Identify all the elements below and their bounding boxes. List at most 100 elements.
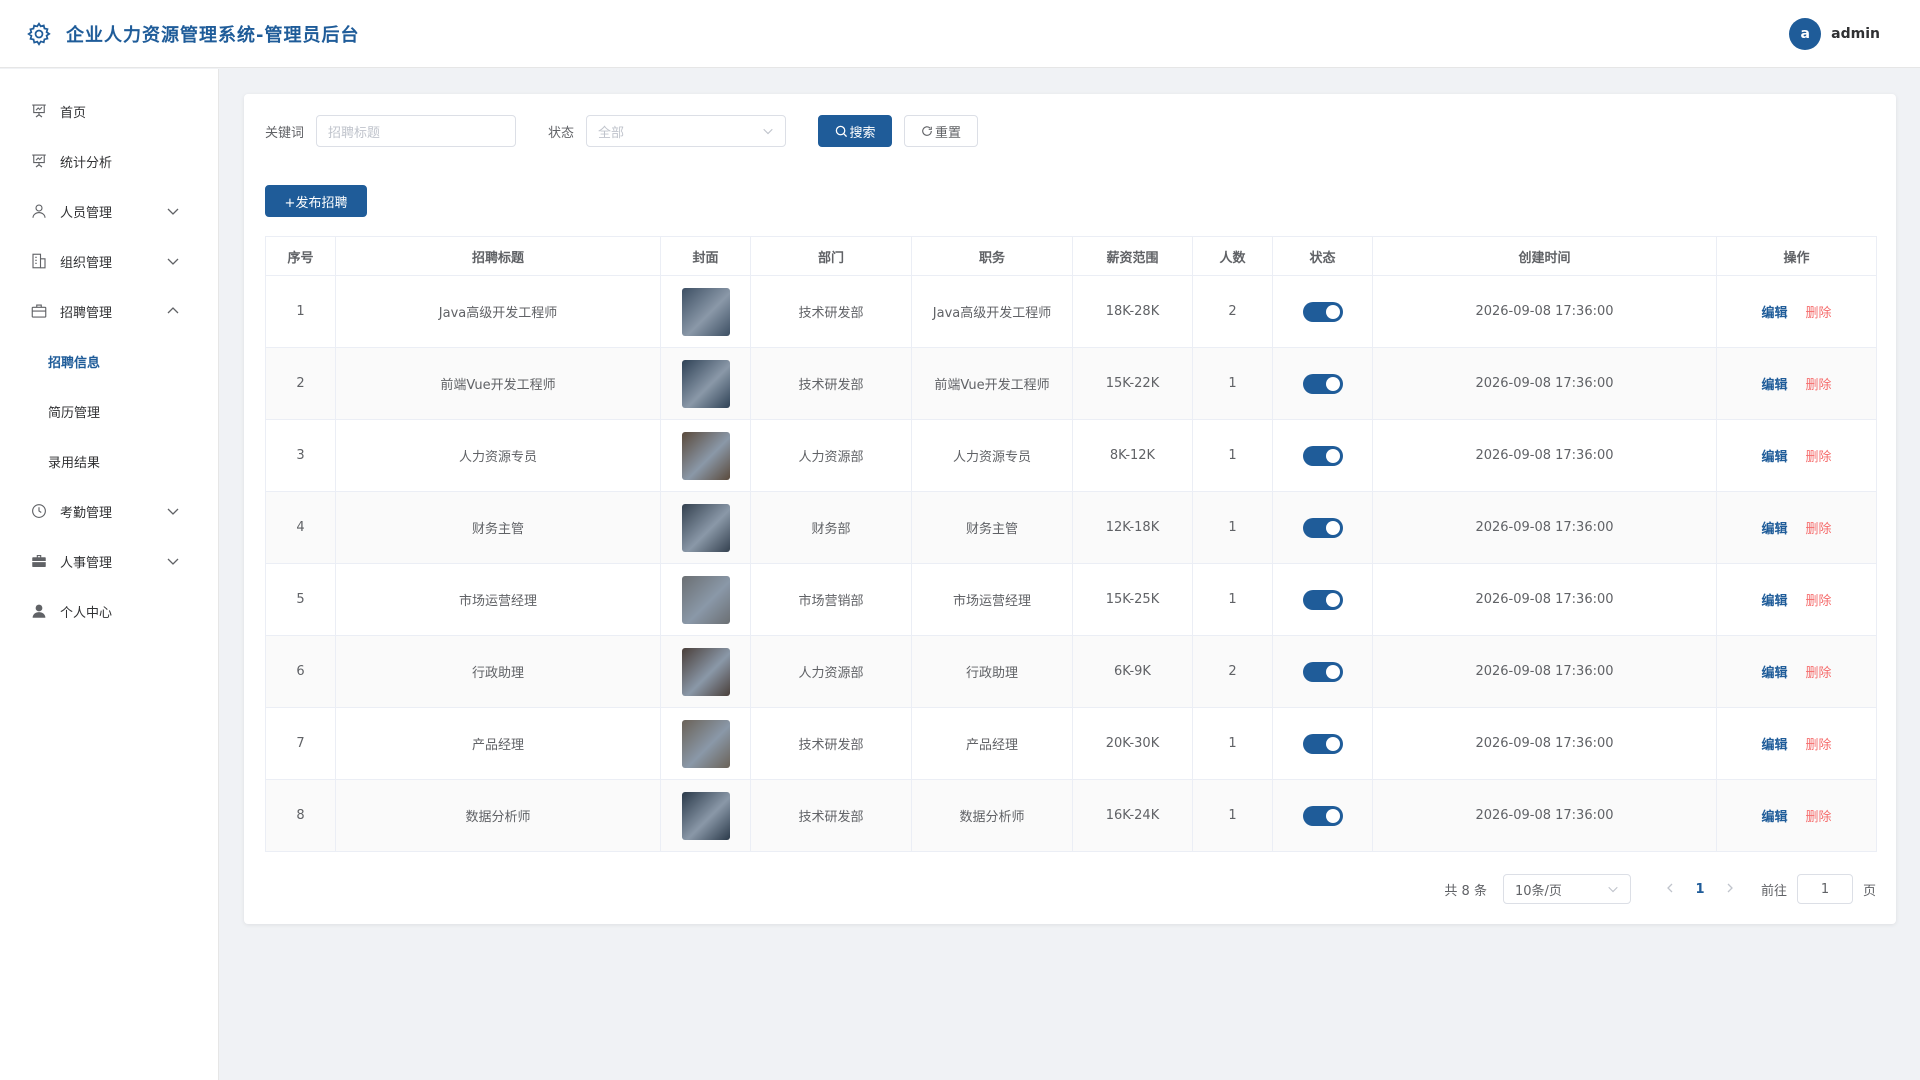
delete-button[interactable]: 删除 <box>1806 306 1832 321</box>
status-toggle[interactable] <box>1302 805 1343 826</box>
edit-button[interactable]: 编辑 <box>1761 450 1787 465</box>
table-row: 3 人力资源专员 人力资源部 人力资源专员 8K-12K 1 2026-09-08 17:3… <box>265 419 1877 492</box>
cell-department: 人力资源部 <box>750 635 912 708</box>
cover-image[interactable] <box>681 287 730 336</box>
cell-no: 8 <box>265 779 336 852</box>
table-body: 1 Java高级开发工程师 技术研发部 Java高级开发工程师 18K-28K 2 2026… <box>265 275 1877 852</box>
col-header-status: 状态 <box>1272 236 1373 276</box>
search-button[interactable]: 搜索 <box>818 115 893 147</box>
cell-salary: 20K-30K <box>1072 707 1193 780</box>
status-toggle[interactable] <box>1302 373 1343 394</box>
delete-button[interactable]: 删除 <box>1806 810 1832 825</box>
sidebar-item-personnel[interactable]: 人员管理 <box>0 186 218 236</box>
goto-label: 前往 <box>1760 883 1787 899</box>
cell-department: 财务部 <box>750 491 912 564</box>
edit-button[interactable]: 编辑 <box>1761 378 1787 393</box>
edit-button[interactable]: 编辑 <box>1761 594 1787 609</box>
status-toggle[interactable] <box>1302 301 1343 322</box>
col-header-title: 招聘标题 <box>335 236 661 276</box>
next-page-button[interactable] <box>1715 882 1745 897</box>
cell-no: 6 <box>265 635 336 708</box>
page-size-select[interactable]: 10条/页 <box>1502 874 1631 904</box>
status-toggle[interactable] <box>1302 733 1343 754</box>
status-toggle[interactable] <box>1302 589 1343 610</box>
sidebar-item-statistics[interactable]: 统计分析 <box>0 136 218 186</box>
cell-created: 2026-09-08 17:36:00 <box>1372 563 1717 636</box>
search-icon <box>835 125 847 137</box>
sidebar-subitem-recruitment-info[interactable]: 招聘信息 <box>0 336 218 386</box>
sidebar-subitem-hiring-results[interactable]: 录用结果 <box>0 436 218 486</box>
chevron-down-icon <box>167 558 179 565</box>
cell-status <box>1272 707 1373 780</box>
sidebar-item-hr-affairs[interactable]: 人事管理 <box>0 536 218 586</box>
prev-page-button[interactable] <box>1655 882 1685 897</box>
status-select-value: 全部 <box>598 125 625 141</box>
cell-cover <box>660 707 751 780</box>
edit-button[interactable]: 编辑 <box>1761 810 1787 825</box>
sidebar-item-profile[interactable]: 个人中心 <box>0 586 218 636</box>
publish-recruitment-button[interactable]: +发布招聘 <box>265 185 367 217</box>
chevron-down-icon <box>763 128 773 135</box>
cell-count: 2 <box>1192 635 1273 708</box>
sidebar-item-recruitment[interactable]: 招聘管理 <box>0 286 218 336</box>
status-select[interactable]: 全部 <box>586 115 787 147</box>
cell-cover <box>660 563 751 636</box>
delete-button[interactable]: 删除 <box>1806 666 1832 681</box>
cell-title: 前端Vue开发工程师 <box>335 347 661 420</box>
edit-button[interactable]: 编辑 <box>1761 306 1787 321</box>
cell-salary: 15K-25K <box>1072 563 1193 636</box>
cell-actions: 编辑 删除 <box>1716 635 1877 708</box>
cover-image[interactable] <box>681 719 730 768</box>
table-row: 5 市场运营经理 市场营销部 市场运营经理 15K-25K 1 2026-09-08 17:… <box>265 563 1877 636</box>
table-row: 2 前端Vue开发工程师 技术研发部 前端Vue开发工程师 15K-22K 1 2026-0… <box>265 347 1877 420</box>
status-toggle[interactable] <box>1302 445 1343 466</box>
keyword-input[interactable]: 招聘标题 <box>316 115 517 147</box>
edit-button[interactable]: 编辑 <box>1761 666 1787 681</box>
avatar[interactable]: a <box>1789 18 1822 50</box>
delete-button[interactable]: 删除 <box>1806 450 1832 465</box>
goto-page-input[interactable]: 1 <box>1796 874 1853 904</box>
cell-position: Java高级开发工程师 <box>911 275 1073 348</box>
status-toggle[interactable] <box>1302 517 1343 538</box>
cover-image[interactable] <box>681 431 730 480</box>
page-number-current[interactable]: 1 <box>1685 882 1715 897</box>
delete-button[interactable]: 删除 <box>1806 522 1832 537</box>
username[interactable]: admin <box>1831 26 1880 42</box>
reset-button[interactable]: 重置 <box>904 115 979 147</box>
sidebar-item-home[interactable]: 首页 <box>0 86 218 136</box>
user-menu[interactable]: a admin <box>1789 18 1880 50</box>
cell-department: 技术研发部 <box>750 275 912 348</box>
delete-button[interactable]: 删除 <box>1806 594 1832 609</box>
edit-button[interactable]: 编辑 <box>1761 522 1787 537</box>
page-suffix: 页 <box>1862 883 1876 899</box>
cell-created: 2026-09-08 17:36:00 <box>1372 779 1717 852</box>
edit-button[interactable]: 编辑 <box>1761 738 1787 753</box>
delete-button[interactable]: 删除 <box>1806 378 1832 393</box>
cover-image[interactable] <box>681 791 730 840</box>
cell-department: 技术研发部 <box>750 707 912 780</box>
sidebar-item-attendance[interactable]: 考勤管理 <box>0 486 218 536</box>
cell-count: 1 <box>1192 347 1273 420</box>
cover-image[interactable] <box>681 503 730 552</box>
cover-image[interactable] <box>681 359 730 408</box>
table-row: 1 Java高级开发工程师 技术研发部 Java高级开发工程师 18K-28K 2 2026… <box>265 275 1877 348</box>
cell-count: 1 <box>1192 707 1273 780</box>
col-header-cover: 封面 <box>660 236 751 276</box>
cell-salary: 12K-18K <box>1072 491 1193 564</box>
status-toggle[interactable] <box>1302 661 1343 682</box>
cover-image[interactable] <box>681 647 730 696</box>
presentation-icon <box>30 102 48 120</box>
sidebar-subitem-resume-management[interactable]: 简历管理 <box>0 386 218 436</box>
cell-position: 人力资源专员 <box>911 419 1073 492</box>
delete-button[interactable]: 删除 <box>1806 738 1832 753</box>
chevron-down-icon <box>1608 886 1618 893</box>
cell-salary: 18K-28K <box>1072 275 1193 348</box>
building-icon <box>30 252 48 270</box>
cell-created: 2026-09-08 17:36:00 <box>1372 635 1717 708</box>
reset-button-label: 重置 <box>935 125 962 141</box>
cell-actions: 编辑 删除 <box>1716 491 1877 564</box>
sidebar-item-organization[interactable]: 组织管理 <box>0 236 218 286</box>
cover-image[interactable] <box>681 575 730 624</box>
top-header: 企业人力资源管理系统-管理员后台 a admin <box>0 0 1920 68</box>
sidebar-item-label: 首页 <box>60 105 87 121</box>
